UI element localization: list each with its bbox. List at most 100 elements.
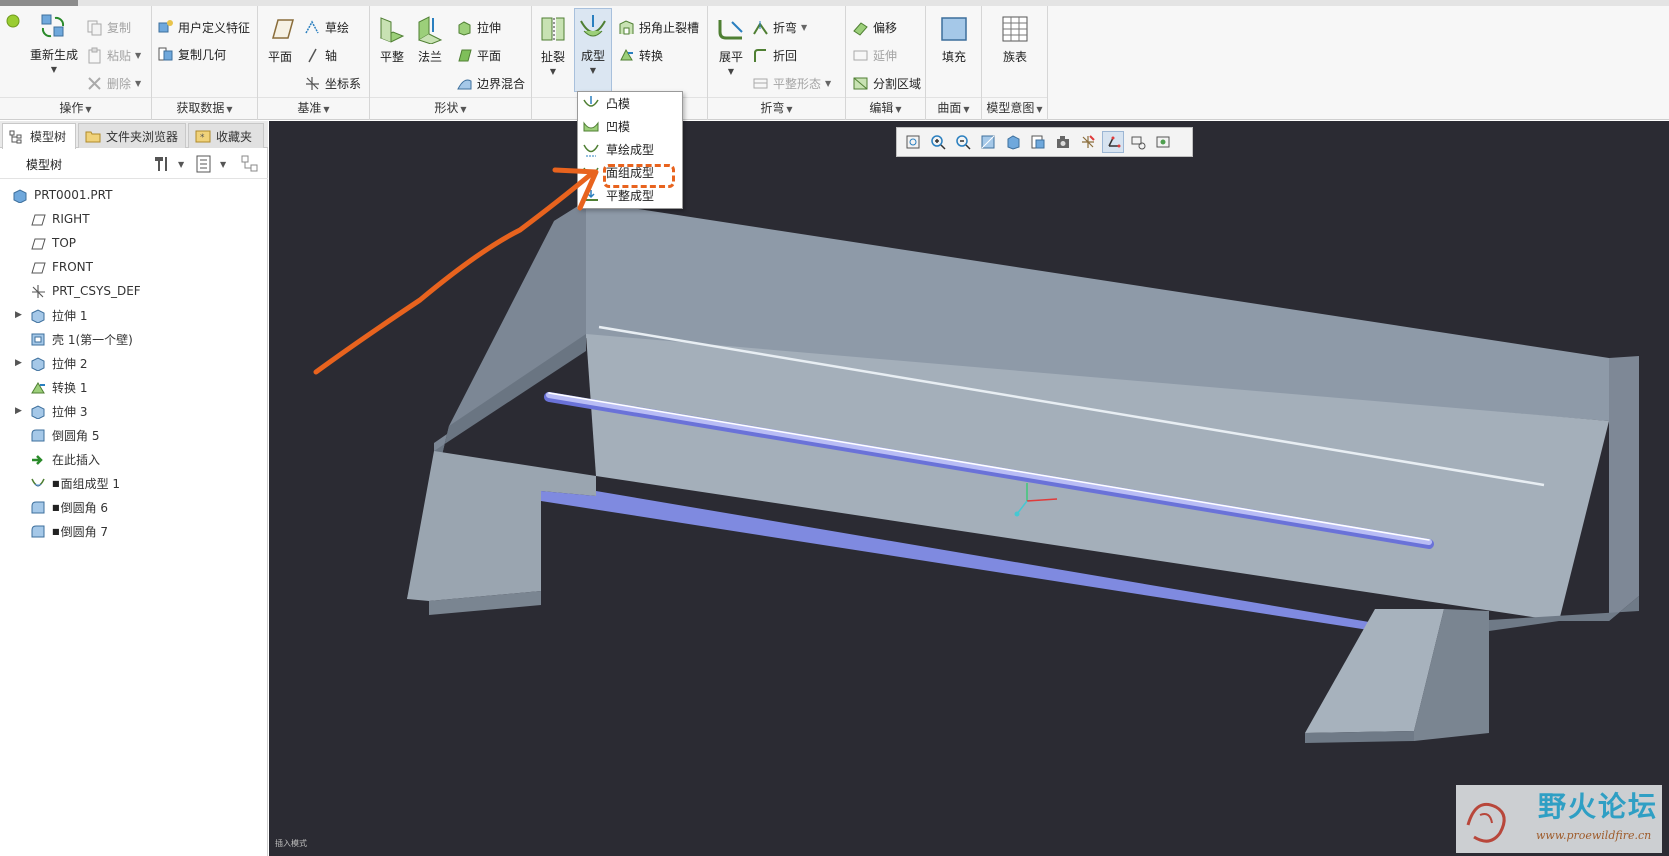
chevron-down-icon[interactable]: ▼ [575,66,611,75]
menu-item-punch[interactable]: 凸模 [578,92,682,115]
chevron-down-icon[interactable]: ▼ [801,23,807,32]
convert-button[interactable]: 转换 [618,44,663,66]
display-style-button[interactable] [1002,131,1024,153]
corner-relief-button[interactable]: 拐角止裂槽 [618,16,699,38]
tab-favorites[interactable]: * 收藏夹 [188,123,264,148]
repaint-button[interactable] [977,131,999,153]
tree-item[interactable]: ▶ 拉伸 1 [0,303,268,327]
menu-item-die[interactable]: 凹模 [578,115,682,138]
datum-display-button[interactable] [1077,131,1099,153]
chevron-down-icon[interactable]: ▼ [538,67,568,76]
tree-item[interactable]: ■ 倒圆角 7 [0,519,268,543]
spin-center-button[interactable] [1152,131,1174,153]
paste-button[interactable]: 粘贴 ▼ [86,44,141,66]
tree-item[interactable]: 在此插入 [0,447,268,471]
sheetmetal-model[interactable] [269,121,1669,856]
offset-button[interactable]: 偏移 [852,16,897,38]
extrude-icon [31,308,45,323]
tree-item[interactable]: FRONT [0,255,268,279]
tree-item[interactable]: ▶ 拉伸 3 [0,399,268,423]
fill-button[interactable]: 填充 [932,14,976,65]
saved-views-button[interactable] [1027,131,1049,153]
chevron-down-icon[interactable]: ▼ [135,79,141,88]
rip-button[interactable]: 扯裂 ▼ [538,14,568,76]
tree-item[interactable]: TOP [0,231,268,255]
tree-item[interactable]: ■ 面组成型 1 [0,471,268,495]
datum-plane-icon [31,238,46,249]
refit-icon [906,135,920,149]
sketch-button[interactable]: 草绘 [304,16,349,38]
split-area-button[interactable]: 分割区域 [852,72,921,94]
datum-display-icon [1082,135,1095,148]
delete-button[interactable]: 删除 ▼ [86,72,141,94]
view-manager-button[interactable] [1052,131,1074,153]
copy-geometry-button[interactable]: 复制几何 [157,43,226,65]
group-operations: 重新生成 ▼ 复制 粘贴 ▼ 删除 ▼ 操作 ▼ [0,6,152,120]
group-bends-label[interactable]: 折弯 ▼ [708,99,845,116]
planar-button[interactable]: 平面 [456,44,501,66]
flat-wall-label: 平整 [379,50,404,64]
group-datum-label[interactable]: 基准 ▼ [258,99,369,116]
chevron-down-icon[interactable]: ▼ [825,79,831,88]
unbend-button[interactable]: 展平 ▼ [714,14,748,76]
chevron-down-icon[interactable]: ▼ [135,51,141,60]
form-dropdown-menu: 凸模 凹模 草绘成型 面组成型 平整成型 [577,91,683,209]
axis-button[interactable]: 轴 [304,44,337,66]
tree-item[interactable]: ■ 倒圆角 6 [0,495,268,519]
tree-item[interactable]: 倒圆角 5 [0,423,268,447]
form-icon [580,15,606,37]
expand-arrow-icon[interactable]: ▶ [15,406,22,416]
tree-filter-button[interactable] [240,154,260,174]
bend-button[interactable]: 折弯 ▼ [752,16,807,38]
chevron-down-icon[interactable]: ▼ [178,160,184,169]
tab-folder-browser[interactable]: 文件夹浏览器 [78,123,186,148]
flange-button[interactable]: 法兰 [412,14,448,65]
extend-button[interactable]: 延伸 [852,44,897,66]
chevron-down-icon[interactable]: ▼ [714,67,748,76]
group-get-data-label[interactable]: 获取数据 ▼ [152,99,257,116]
tree-item[interactable]: PRT_CSYS_DEF [0,279,268,303]
tree-item[interactable]: ▶ 拉伸 2 [0,351,268,375]
flat-state-button[interactable]: 平整形态 ▼ [752,72,831,94]
chevron-down-icon[interactable]: ▼ [220,160,226,169]
chevron-down-icon[interactable]: ▼ [26,65,82,74]
csys-button[interactable]: 坐标系 [304,72,361,94]
expand-arrow-icon[interactable]: ▶ [15,310,22,320]
datum-plane-button[interactable]: 平面 [262,14,298,65]
udf-button[interactable]: 用户定义特征 [157,16,250,38]
menu-item-sketched-form[interactable]: 草绘成型 [578,138,682,161]
copy-button[interactable]: 复制 [86,16,131,38]
flat-wall-button[interactable]: 平整 [374,14,410,65]
datum-plane-icon [31,214,46,225]
group-surfaces-label[interactable]: 曲面 ▼ [926,99,981,116]
zoom-out-button[interactable] [952,131,974,153]
tab-model-tree[interactable]: 模型树 [2,123,76,149]
tree-icon [9,130,22,143]
tree-settings-button[interactable]: ▼ [152,154,184,174]
form-button[interactable]: 成型 ▼ [574,8,612,92]
tree-item-label: 倒圆角 6 [60,500,109,515]
annotation-display-button[interactable] [1127,131,1149,153]
bend-back-button[interactable]: 折回 [752,44,797,66]
csys-display-toggle[interactable] [1102,131,1124,153]
right-tab-lip [1305,731,1414,743]
group-shapes-label[interactable]: 形状 ▼ [370,99,531,116]
extrude-icon [458,20,471,36]
zoom-in-button[interactable] [927,131,949,153]
extrude-button[interactable]: 拉伸 [456,16,501,38]
family-table-button[interactable]: 族表 [990,14,1040,65]
group-editing-label[interactable]: 编辑 ▼ [846,99,925,116]
tree-item[interactable]: 壳 1(第一个壁) [0,327,268,351]
tree-item[interactable]: RIGHT [0,207,268,231]
tab-label: 文件夹浏览器 [106,129,179,144]
expand-arrow-icon[interactable]: ▶ [15,358,22,368]
tree-item[interactable]: PRT0001.PRT [0,183,268,207]
tree-display-button[interactable]: ▼ [194,154,226,174]
regenerate-button[interactable]: 重新生成 ▼ [26,12,82,74]
boundary-blend-button[interactable]: 边界混合 [456,72,525,94]
refit-button[interactable] [902,131,924,153]
group-model-intent-label[interactable]: 模型意图 ▼ [982,99,1047,116]
menu-item-label: 凹模 [606,120,631,134]
group-operations-label[interactable]: 操作 ▼ [0,99,151,116]
tree-item[interactable]: 转换 1 [0,375,268,399]
